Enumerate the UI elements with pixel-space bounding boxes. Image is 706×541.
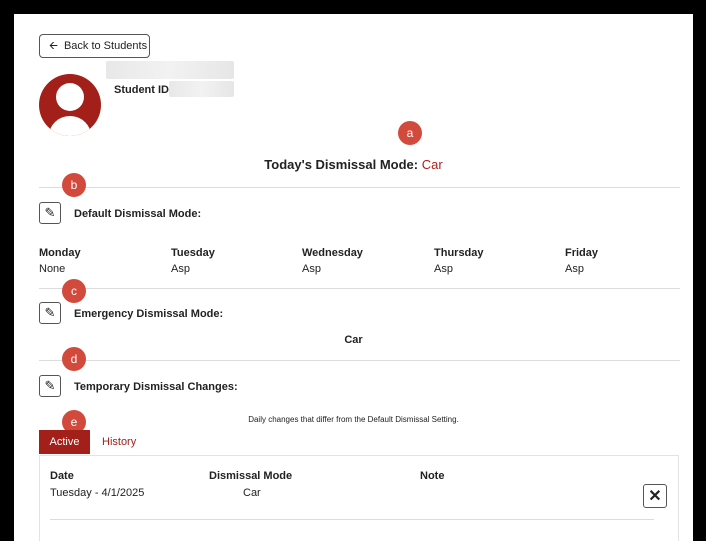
day-tuesday: Tuesday Asp [171,247,215,275]
divider [39,187,680,188]
divider [39,288,680,289]
day-name: Thursday [434,247,484,259]
table-row: Tuesday - 4/1/2025 Car ✕ [40,484,678,520]
row-dismissal-mode: Car [243,487,261,499]
day-value: Asp [171,263,190,275]
day-value: Asp [302,263,321,275]
emergency-mode-label: Emergency Dismissal Mode: [74,308,224,320]
arrow-left-icon: 🡨 [49,39,58,52]
student-dismissal-page: 🡨 Back to Students Student ID a Today's … [14,14,693,541]
day-value: Asp [565,263,584,275]
day-name: Monday [39,247,81,259]
edit-default-mode-button[interactable]: ✎ [39,202,61,224]
pencil-icon: ✎ [44,305,56,320]
annotation-marker-c: c [62,279,86,303]
student-name-redacted [106,61,234,79]
tab-history[interactable]: History [102,430,136,454]
student-id-label: Student ID [114,84,169,96]
todays-mode-label: Today's Dismissal Mode: [264,157,419,172]
day-monday: Monday None [39,247,81,275]
close-icon: ✕ [648,488,662,505]
annotation-marker-a: a [398,121,422,145]
user-avatar-icon [39,74,101,136]
todays-mode-value: Car [421,157,443,172]
day-name: Friday [565,247,599,259]
day-friday: Friday Asp [565,247,598,275]
pencil-icon: ✎ [44,205,56,220]
tab-active[interactable]: Active [39,430,90,454]
divider [39,360,680,361]
annotation-marker-d: d [62,347,86,371]
todays-dismissal-mode: Today's Dismissal Mode: Car [14,157,693,172]
temporary-changes-label: Temporary Dismissal Changes: [74,381,238,393]
day-value: None [39,263,66,275]
edit-temporary-changes-button[interactable]: ✎ [39,375,61,397]
temporary-changes-table: Date Dismissal Mode Note Tuesday - 4/1/2… [39,455,679,541]
row-date: Tuesday - 4/1/2025 [50,487,145,499]
back-to-students-button[interactable]: 🡨 Back to Students [39,34,150,58]
column-header-note: Note [420,470,445,482]
temporary-changes-description: Daily changes that differ from the Defau… [248,415,459,424]
day-thursday: Thursday Asp [434,247,484,275]
annotation-marker-b: b [62,173,86,197]
column-header-date: Date [50,470,74,482]
day-name: Wednesday [302,247,363,259]
emergency-mode-value: Car [344,334,363,346]
remove-change-button[interactable]: ✕ [643,484,667,508]
pencil-icon: ✎ [44,378,56,393]
column-header-dismissal-mode: Dismissal Mode [209,470,293,482]
back-button-label: Back to Students [63,40,148,52]
day-name: Tuesday [171,247,215,259]
default-mode-label: Default Dismissal Mode: [74,208,202,220]
student-id-redacted [169,81,234,97]
day-value: Asp [434,263,453,275]
edit-emergency-mode-button[interactable]: ✎ [39,302,61,324]
day-wednesday: Wednesday Asp [302,247,363,275]
divider [50,519,654,520]
